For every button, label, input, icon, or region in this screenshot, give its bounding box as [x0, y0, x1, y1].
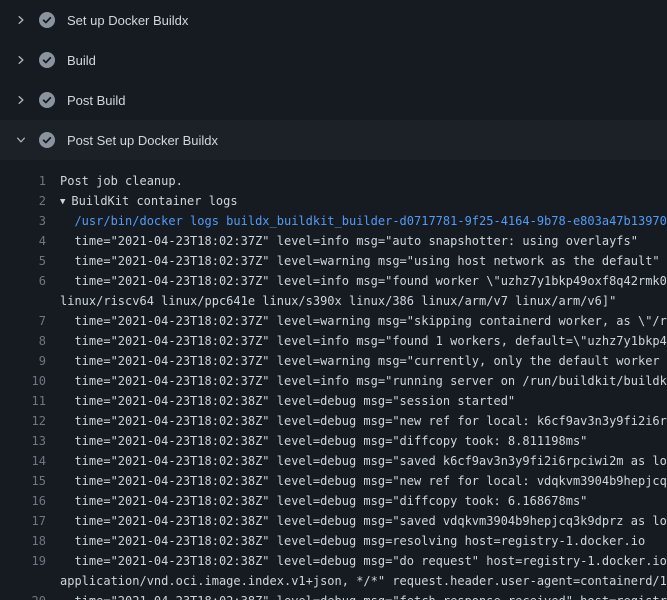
log-line: 14 time="2021-04-23T18:02:38Z" level=deb…	[0, 451, 667, 471]
log-text: time="2021-04-23T18:02:38Z" level=debug …	[60, 591, 667, 600]
log-line: 18 time="2021-04-23T18:02:38Z" level=deb…	[0, 531, 667, 551]
log-text: time="2021-04-23T18:02:37Z" level=warnin…	[60, 311, 667, 331]
log-line: 7 time="2021-04-23T18:02:37Z" level=warn…	[0, 311, 667, 331]
log-group-toggle[interactable]: ▼ BuildKit container logs	[60, 191, 238, 211]
step-title: Post Set up Docker Buildx	[67, 133, 218, 148]
line-number: 15	[0, 471, 46, 491]
log-line: application/vnd.oci.image.index.v1+json,…	[0, 571, 667, 591]
chevron-right-icon	[14, 13, 28, 27]
step-title: Build	[67, 53, 96, 68]
log-text: time="2021-04-23T18:02:38Z" level=debug …	[60, 551, 667, 571]
line-number: 5	[0, 251, 46, 271]
line-number: 11	[0, 391, 46, 411]
log-group-label: BuildKit container logs	[71, 194, 237, 208]
log-text: time="2021-04-23T18:02:38Z" level=debug …	[60, 391, 515, 411]
log-text: time="2021-04-23T18:02:38Z" level=debug …	[60, 451, 667, 471]
step-header-post-build[interactable]: Post Build	[0, 80, 667, 120]
check-circle-icon	[39, 52, 55, 68]
log-line: 16 time="2021-04-23T18:02:38Z" level=deb…	[0, 491, 667, 511]
line-number: 13	[0, 431, 46, 451]
log-text: time="2021-04-23T18:02:37Z" level=info m…	[60, 331, 667, 351]
log-text: application/vnd.oci.image.index.v1+json,…	[60, 571, 667, 591]
step-list: Set up Docker Buildx Build Post Build Post …	[0, 0, 667, 160]
line-number	[0, 571, 46, 591]
line-number: 17	[0, 511, 46, 531]
log-line: linux/riscv64 linux/ppc641e linux/s390x …	[0, 291, 667, 311]
log-text: time="2021-04-23T18:02:38Z" level=debug …	[60, 511, 667, 531]
check-circle-icon	[39, 92, 55, 108]
step-header-build[interactable]: Build	[0, 40, 667, 80]
log-line: 4 time="2021-04-23T18:02:37Z" level=info…	[0, 231, 667, 251]
log-line: 19 time="2021-04-23T18:02:38Z" level=deb…	[0, 551, 667, 571]
log-text: time="2021-04-23T18:02:37Z" level=warnin…	[60, 251, 660, 271]
check-circle-icon	[39, 132, 55, 148]
step-header-post-set-up-docker-buildx[interactable]: Post Set up Docker Buildx	[0, 120, 667, 160]
log-command-text[interactable]: /usr/bin/docker logs buildx_buildkit_bui…	[60, 211, 667, 231]
log-line: 9 time="2021-04-23T18:02:37Z" level=warn…	[0, 351, 667, 371]
log-text: time="2021-04-23T18:02:37Z" level=info m…	[60, 231, 638, 251]
log-line: 13 time="2021-04-23T18:02:38Z" level=deb…	[0, 431, 667, 451]
log-text: time="2021-04-23T18:02:38Z" level=debug …	[60, 431, 587, 451]
chevron-right-icon	[14, 93, 28, 107]
line-number: 3	[0, 211, 46, 231]
step-title: Set up Docker Buildx	[67, 13, 188, 28]
line-number: 14	[0, 451, 46, 471]
line-number: 19	[0, 551, 46, 571]
line-number: 10	[0, 371, 46, 391]
log-text: time="2021-04-23T18:02:37Z" level=info m…	[60, 371, 667, 391]
log-line: 5 time="2021-04-23T18:02:37Z" level=warn…	[0, 251, 667, 271]
log-text: Post job cleanup.	[60, 171, 183, 191]
line-number: 20	[0, 591, 46, 600]
chevron-down-icon	[14, 133, 28, 147]
log-text: time="2021-04-23T18:02:37Z" level=warnin…	[60, 351, 667, 371]
line-number: 9	[0, 351, 46, 371]
line-number: 8	[0, 331, 46, 351]
log-line: 8 time="2021-04-23T18:02:37Z" level=info…	[0, 331, 667, 351]
log-line: 20 time="2021-04-23T18:02:38Z" level=deb…	[0, 591, 667, 600]
line-number: 1	[0, 171, 46, 191]
line-number: 6	[0, 271, 46, 291]
line-number: 4	[0, 231, 46, 251]
workflow-log-console: Set up Docker Buildx Build Post Build Post …	[0, 0, 667, 600]
log-line: 15 time="2021-04-23T18:02:38Z" level=deb…	[0, 471, 667, 491]
line-number: 7	[0, 311, 46, 331]
log-line: 11 time="2021-04-23T18:02:38Z" level=deb…	[0, 391, 667, 411]
log-line: 1 Post job cleanup.	[0, 171, 667, 191]
line-number	[0, 291, 46, 311]
log-line: 12 time="2021-04-23T18:02:38Z" level=deb…	[0, 411, 667, 431]
log-line: 17 time="2021-04-23T18:02:38Z" level=deb…	[0, 511, 667, 531]
log-line: 6 time="2021-04-23T18:02:37Z" level=info…	[0, 271, 667, 291]
line-number: 12	[0, 411, 46, 431]
line-number: 16	[0, 491, 46, 511]
log-text: time="2021-04-23T18:02:38Z" level=debug …	[60, 531, 645, 551]
triangle-down-icon: ▼	[60, 192, 65, 211]
log-line: 10 time="2021-04-23T18:02:37Z" level=inf…	[0, 371, 667, 391]
log-text: time="2021-04-23T18:02:38Z" level=debug …	[60, 491, 587, 511]
log-text: time="2021-04-23T18:02:37Z" level=info m…	[60, 271, 667, 291]
chevron-right-icon	[14, 53, 28, 67]
check-circle-icon	[39, 12, 55, 28]
line-number: 2	[0, 191, 46, 211]
log-line: 2 ▼ BuildKit container logs	[0, 191, 667, 211]
log-text: time="2021-04-23T18:02:38Z" level=debug …	[60, 471, 667, 491]
log-line: 3 /usr/bin/docker logs buildx_buildkit_b…	[0, 211, 667, 231]
log-text: time="2021-04-23T18:02:38Z" level=debug …	[60, 411, 667, 431]
step-title: Post Build	[67, 93, 126, 108]
log-text: linux/riscv64 linux/ppc641e linux/s390x …	[60, 291, 616, 311]
step-header-set-up-docker-buildx[interactable]: Set up Docker Buildx	[0, 0, 667, 40]
step-log-output: 1 Post job cleanup. 2 ▼ BuildKit container l…	[0, 160, 667, 600]
line-number: 18	[0, 531, 46, 551]
